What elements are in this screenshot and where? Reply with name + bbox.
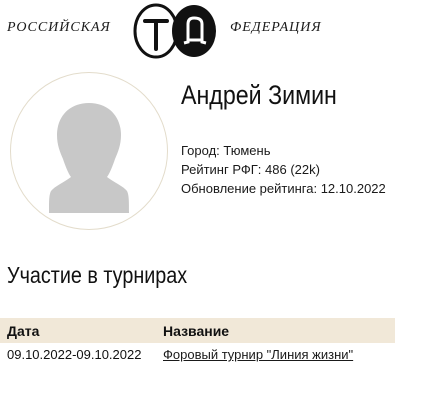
tournament-date: 09.10.2022-09.10.2022	[7, 347, 142, 362]
tournaments-title: Участие в турнирах	[7, 262, 188, 288]
table-row: 09.10.2022-09.10.2022 Форовый турнир "Ли…	[0, 343, 395, 367]
avatar	[10, 72, 168, 230]
table-header-row: Дата Название	[0, 318, 395, 343]
person-silhouette-icon	[49, 103, 129, 213]
tournament-name-cell: Форовый турнир "Линия жизни"	[155, 343, 395, 367]
site-header: Российская Федерация	[0, 0, 442, 62]
column-header-name: Название	[155, 318, 395, 343]
rating-update-text: Обновление рейтинга: 12.10.2022	[181, 181, 386, 196]
rating-text: Рейтинг РФГ: 486 (22k)	[181, 162, 320, 177]
gto-logo-icon[interactable]	[132, 2, 220, 60]
tournaments-table: Дата Название 09.10.2022-09.10.2022 Форо…	[0, 318, 395, 367]
column-header-date: Дата	[0, 318, 155, 343]
profile-info: Город: Тюмень Рейтинг РФГ: 486 (22k) Обн…	[181, 141, 386, 198]
header-right-text: Федерация	[230, 20, 322, 35]
tournament-link[interactable]: Форовый турнир "Линия жизни"	[163, 347, 353, 362]
city-text: Город: Тюмень	[181, 143, 271, 158]
header-left-text: Российская	[7, 20, 111, 35]
user-name: Андрей Зимин	[181, 80, 337, 110]
